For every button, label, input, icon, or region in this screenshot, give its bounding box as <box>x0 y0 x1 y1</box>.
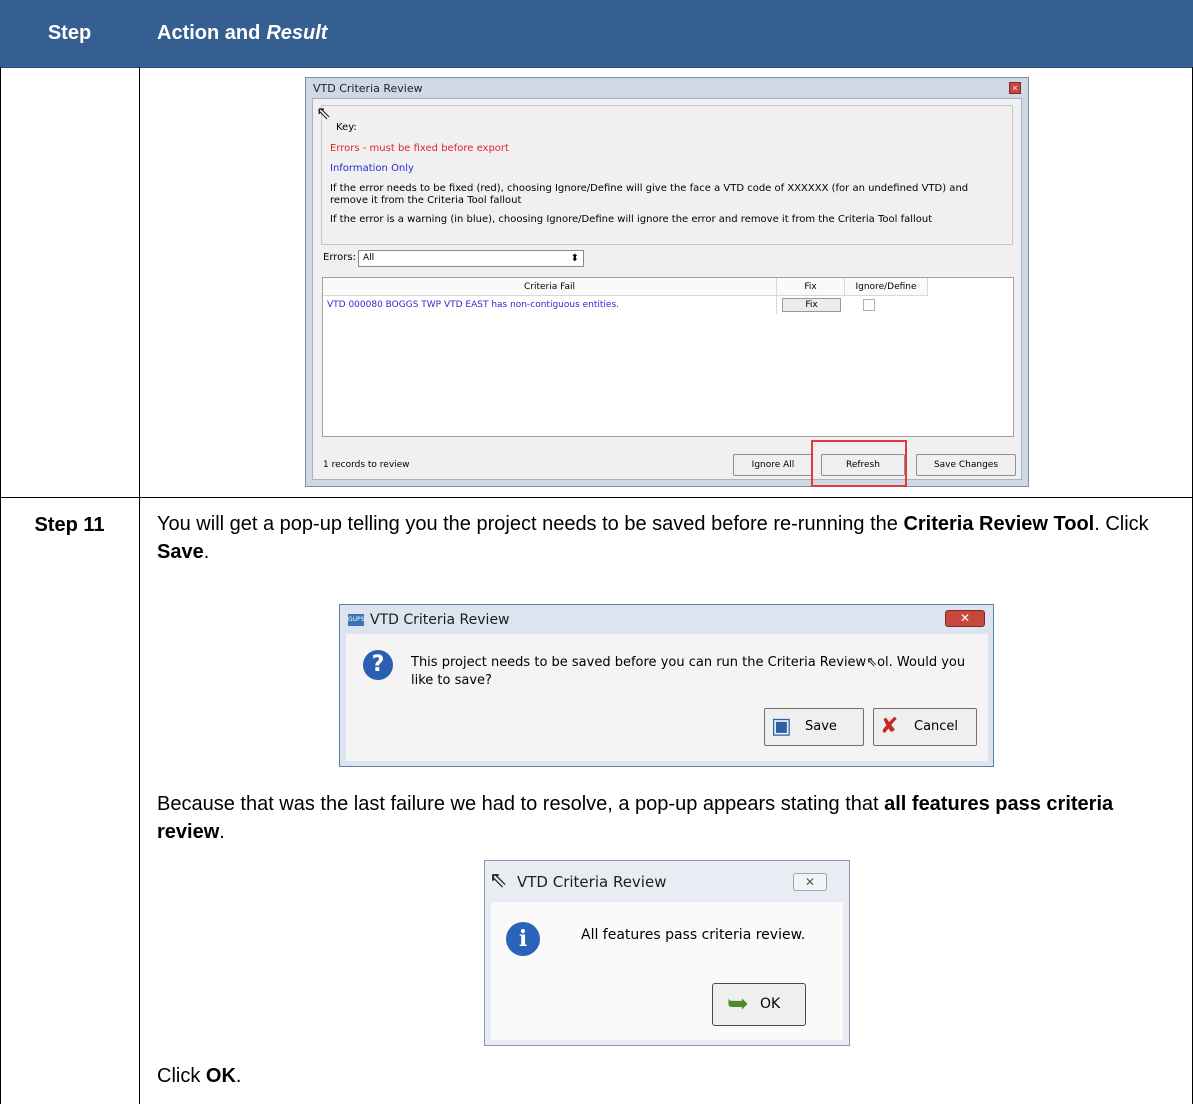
save-prompt-title: GUPS VTD Criteria Review <box>348 612 510 628</box>
question-icon: ? <box>363 650 393 680</box>
header-action: Action and Result <box>157 0 327 67</box>
criteria-review-window: VTD Criteria Review × Key: Errors - must… <box>305 77 1029 487</box>
save-prompt-title-text: VTD Criteria Review <box>370 612 510 628</box>
save-button-label: Save <box>805 719 837 734</box>
key-line-1: If the error needs to be fixed (red), ch… <box>330 183 969 206</box>
p3-text-b: OK <box>205 1065 236 1087</box>
all-pass-message: All features pass criteria review. <box>581 927 806 943</box>
updown-icon: ⬍ <box>570 253 579 264</box>
p3-text-c: . <box>235 1065 242 1087</box>
records-count: 1 records to review <box>323 460 410 470</box>
criteria-review-title: VTD Criteria Review <box>313 82 423 95</box>
key-info: Information Only <box>330 163 414 174</box>
floppy-disk-icon: ▣ <box>771 714 792 739</box>
step11-paragraph-1: You will get a pop-up telling you the pr… <box>157 510 1167 566</box>
criteria-review-body: Key: Errors - must be fixed before expor… <box>312 98 1022 480</box>
fix-button[interactable]: Fix <box>782 298 841 312</box>
step11-paragraph-3: Click OK. <box>157 1062 241 1090</box>
save-changes-button[interactable]: Save Changes <box>916 454 1016 476</box>
close-icon[interactable]: ✕ <box>945 610 985 627</box>
col-criteria-fail: Criteria Fail <box>323 278 777 296</box>
ignore-define-checkbox[interactable] <box>863 299 875 311</box>
errors-select[interactable]: All ⬍ <box>358 250 584 267</box>
p1-text-e: . <box>203 541 210 563</box>
cursor-icon: ⇖ <box>866 655 878 670</box>
p1-text-c: . Click <box>1094 513 1149 535</box>
cancel-button-label: Cancel <box>914 719 959 734</box>
app-icon: GUPS <box>348 614 364 626</box>
save-button[interactable]: ▣ Save <box>764 708 864 746</box>
p3-text-a: Click <box>157 1065 206 1087</box>
key-legend: Key: Errors - must be fixed before expor… <box>321 105 1013 245</box>
col-fix: Fix <box>777 278 845 296</box>
key-line-2: If the error is a warning (in blue), cho… <box>330 214 933 225</box>
instruction-table: Step Action and Result VTD Criteria Revie… <box>0 0 1193 1104</box>
criteria-grid: Criteria Fail Fix Ignore/Define VTD 0000… <box>322 277 1014 437</box>
table-header: Step Action and Result <box>0 0 1193 68</box>
p2-text-c: . <box>219 821 225 843</box>
close-icon[interactable]: ✕ <box>793 873 827 891</box>
table-border-left <box>0 67 1 1104</box>
col-ignore-define: Ignore/Define <box>845 278 928 296</box>
close-icon[interactable]: × <box>1009 82 1021 94</box>
cancel-button[interactable]: ✘ Cancel <box>873 708 977 746</box>
info-icon: i <box>506 922 540 956</box>
header-step: Step <box>47 22 92 44</box>
green-arrow-icon: ➥ <box>727 989 749 1019</box>
cursor-icon: ⇖ <box>489 867 508 892</box>
p1-text-a: You will get a pop-up telling you the pr… <box>157 513 904 535</box>
errors-label: Errors: <box>323 252 356 263</box>
ok-button[interactable]: ➥ OK <box>712 983 806 1026</box>
ok-button-label: OK <box>760 996 781 1012</box>
step11-paragraph-2: Because that was the last failure we had… <box>157 790 1167 846</box>
table-column-divider <box>139 67 140 1104</box>
p1-text-d: Save <box>157 541 204 563</box>
errors-select-value: All <box>363 253 375 263</box>
key-errors: Errors - must be fixed before export <box>330 143 509 154</box>
all-pass-title: VTD Criteria Review <box>517 873 667 891</box>
table-row-divider <box>0 497 1193 498</box>
save-prompt-dialog: GUPS VTD Criteria Review ✕ ? This project… <box>339 604 994 767</box>
ignore-all-button[interactable]: Ignore All <box>733 454 813 476</box>
save-prompt-message: This project needs to be saved before yo… <box>411 654 971 690</box>
header-action-text: Action and <box>157 22 261 44</box>
all-pass-body: i All features pass criteria review. ➥ O… <box>491 902 843 1040</box>
step-label: Step 11 <box>34 514 105 536</box>
table-row[interactable]: VTD 000080 BOGGS TWP VTD EAST has non-co… <box>323 296 777 314</box>
p2-text-a: Because that was the last failure we had… <box>157 793 885 815</box>
p1-text-b: Criteria Review Tool <box>903 513 1095 535</box>
all-pass-dialog: ⇖ VTD Criteria Review ✕ i All features p… <box>484 860 850 1046</box>
key-label: Key: <box>336 122 357 133</box>
header-result-text: Result <box>266 22 328 44</box>
save-prompt-body: ? This project needs to be saved before … <box>346 634 988 761</box>
save-prompt-message-a: This project needs to be saved before yo… <box>411 655 867 670</box>
cursor-icon: ⇖ <box>316 103 332 123</box>
red-x-icon: ✘ <box>880 714 899 739</box>
refresh-highlight-box <box>811 440 907 487</box>
